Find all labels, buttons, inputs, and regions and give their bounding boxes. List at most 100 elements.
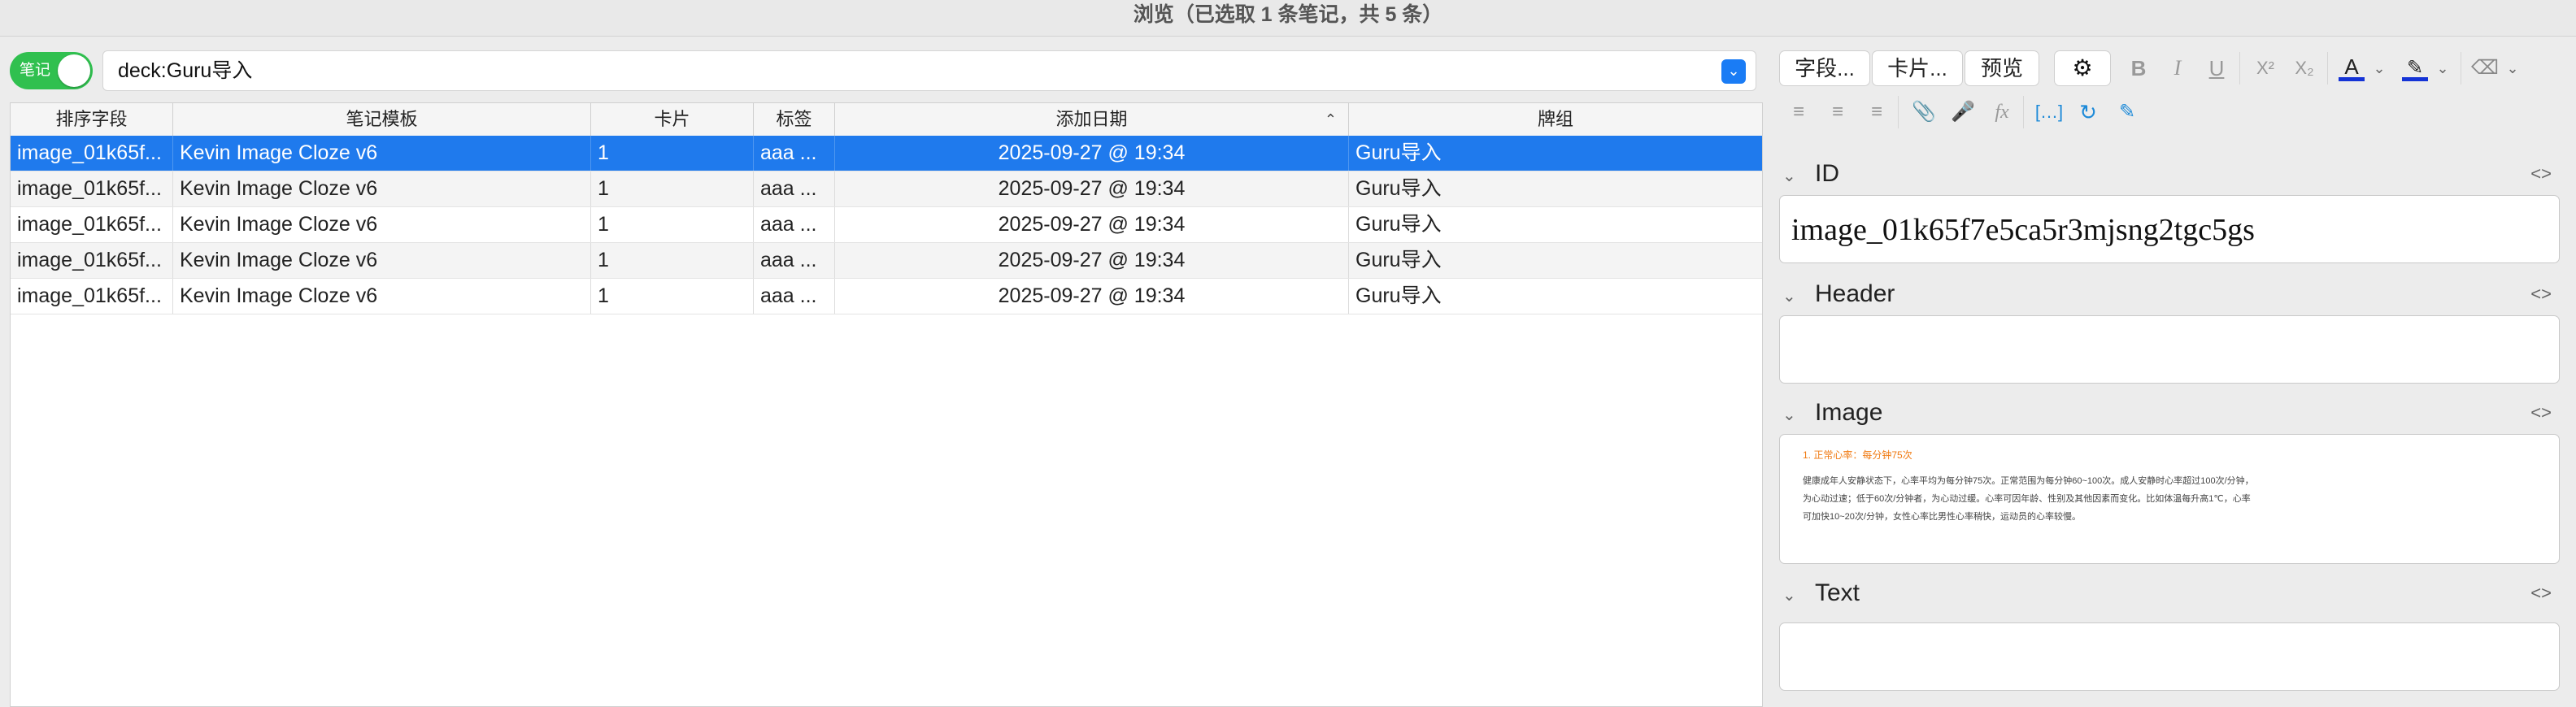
chevron-down-icon[interactable]: ⌄ [2433,50,2452,86]
cell-deck: Guru导入 [1355,284,1442,307]
cell-date-added: 2025-09-27 @ 19:34 [835,207,1349,242]
cell-notetype: Kevin Image Cloze v6 [173,243,591,278]
html-editor-toggle-icon[interactable]: <> [2530,278,2552,310]
field-label-id[interactable]: ⌄ ID [1782,158,1839,190]
highlight-icon[interactable]: ✎ [2399,49,2431,85]
html-editor-toggle-icon[interactable]: <> [2530,577,2552,609]
column-header-notetype[interactable]: 笔记模板 [173,103,591,136]
window-title: 浏览（已选取 1 条笔记，共 5 条） [0,0,2576,37]
cell-deck: Guru导入 [1355,141,1442,164]
collapse-chevron-icon[interactable]: ⌄ [1782,280,1815,313]
field-label-header[interactable]: ⌄ Header [1782,278,1895,310]
table-row[interactable]: image_01k65f... Kevin Image Cloze v6 1 a… [11,243,1762,279]
bold-icon[interactable]: B [2121,50,2156,86]
cell-notetype: Kevin Image Cloze v6 [173,207,591,242]
align-icon[interactable]: ≡ [1859,94,1895,130]
cell-notetype: Kevin Image Cloze v6 [173,279,591,314]
text-color-glyph: A [2344,54,2359,79]
fields-button[interactable]: 字段... [1779,50,1870,86]
table-row[interactable]: image_01k65f... Kevin Image Cloze v6 1 a… [11,207,1762,243]
html-editor-toggle-icon[interactable]: <> [2530,158,2552,190]
field-label-text[interactable]: ⌄ Text [1782,577,1860,609]
toolbar-divider [2023,96,2024,128]
chevron-down-icon[interactable]: ⌄ [2503,50,2522,86]
field-name: Image [1815,399,1883,426]
toolbar-divider [2239,52,2240,85]
field-name: ID [1815,160,1839,187]
cell-deck: Guru导入 [1355,213,1442,236]
notes-cards-toggle[interactable]: 笔记 [10,52,93,89]
microphone-icon[interactable]: 🎤 [1945,94,1981,130]
cell-tags: aaa ... [754,207,835,242]
subscript-icon[interactable]: X₂ [2287,50,2322,86]
table-header: 排序字段 笔记模板 卡片 标签 添加日期 ⌃ 牌组 [11,103,1762,137]
cell-notetype: Kevin Image Cloze v6 [173,136,591,171]
column-header-deck[interactable]: 牌组 [1349,103,1762,136]
cell-tags: aaa ... [754,171,835,206]
cell-date-added: 2025-09-27 @ 19:34 [835,171,1349,206]
chevron-down-icon[interactable]: ⌄ [1721,59,1746,84]
table-row[interactable]: image_01k65f... Kevin Image Cloze v6 1 a… [11,136,1762,171]
cards-button[interactable]: 卡片... [1872,50,1963,86]
browser-toolbar: 笔记 deck:Guru导入 ⌄ [0,46,1766,96]
chevron-down-icon[interactable]: ⌄ [2369,50,2389,86]
collapse-chevron-icon[interactable]: ⌄ [1782,399,1815,432]
column-header-date-added-label: 添加日期 [1055,109,1128,129]
cell-sort-field: image_01k65f... [11,171,173,206]
numbered-list-icon[interactable]: ≡ [1820,94,1856,130]
eraser-icon[interactable]: ⌫ [2469,50,2501,86]
edit-icon[interactable]: ✎ [2109,94,2145,130]
cell-sort-field: image_01k65f... [11,279,173,314]
refresh-icon[interactable]: ↻ [2070,94,2106,130]
text-field[interactable] [1779,622,2560,691]
preview-button[interactable]: 预览 [1965,50,2039,86]
cell-cards: 1 [591,207,754,242]
field-name: Header [1815,280,1895,307]
notes-table: 排序字段 笔记模板 卡片 标签 添加日期 ⌃ 牌组 image_01k65f..… [10,102,1763,707]
cell-sort-field: image_01k65f... [11,136,173,171]
superscript-icon[interactable]: X² [2247,50,2283,86]
id-field[interactable]: image_01k65f7e5ca5r3mjsng2tgc5gs [1779,195,2560,263]
highlight-swatch [2402,77,2428,81]
cell-cards: 1 [591,243,754,278]
note-editor: 字段... 卡片... 预览 ⚙ B I U X² X₂ A ⌄ ✎ ⌄ ⌫ ⌄… [1773,46,2576,707]
cell-cards: 1 [591,136,754,171]
attachment-icon[interactable]: 📎 [1906,94,1942,130]
html-editor-toggle-icon[interactable]: <> [2530,397,2552,429]
table-row[interactable]: image_01k65f... Kevin Image Cloze v6 1 a… [11,279,1762,314]
id-field-value: image_01k65f7e5ca5r3mjsng2tgc5gs [1791,213,2255,247]
column-header-sort-field[interactable]: 排序字段 [11,103,173,136]
field-label-image[interactable]: ⌄ Image [1782,397,1882,429]
collapse-chevron-icon[interactable]: ⌄ [1782,579,1815,612]
search-input[interactable]: deck:Guru导入 ⌄ [102,50,1756,91]
cell-cards: 1 [591,171,754,206]
cell-date-added: 2025-09-27 @ 19:34 [835,279,1349,314]
cell-date-added: 2025-09-27 @ 19:34 [835,243,1349,278]
header-field[interactable] [1779,315,2560,384]
text-color-swatch [2339,77,2365,81]
column-header-date-added[interactable]: 添加日期 ⌃ [835,103,1349,136]
field-name: Text [1815,579,1860,606]
underline-icon[interactable]: U [2199,50,2234,86]
embedded-image: 1. 正常心率：每分钟75次 健康成年人安静状态下，心率平均为每分钟75次。正常… [1803,446,2258,526]
cell-sort-field: image_01k65f... [11,243,173,278]
text-color-icon[interactable]: A [2335,49,2368,85]
sort-ascending-icon: ⌃ [1324,111,1337,128]
column-header-cards[interactable]: 卡片 [591,103,754,136]
cell-deck: Guru导入 [1355,249,1442,271]
formula-icon[interactable]: fx [1984,94,2020,130]
collapse-chevron-icon[interactable]: ⌄ [1782,160,1815,193]
cell-sort-field: image_01k65f... [11,207,173,242]
toolbar-divider [1898,96,1899,128]
cell-notetype: Kevin Image Cloze v6 [173,171,591,206]
table-row[interactable]: image_01k65f... Kevin Image Cloze v6 1 a… [11,171,1762,207]
bullet-list-icon[interactable]: ≡ [1781,94,1817,130]
cloze-icon[interactable]: […] [2031,94,2067,130]
cell-date-added: 2025-09-27 @ 19:34 [835,136,1349,171]
column-header-tags[interactable]: 标签 [754,103,835,136]
italic-icon[interactable]: I [2160,50,2195,86]
image-field[interactable]: 1. 正常心率：每分钟75次 健康成年人安静状态下，心率平均为每分钟75次。正常… [1779,434,2560,564]
gear-icon[interactable]: ⚙ [2054,50,2111,86]
cell-deck: Guru导入 [1355,177,1442,200]
cell-tags: aaa ... [754,279,835,314]
